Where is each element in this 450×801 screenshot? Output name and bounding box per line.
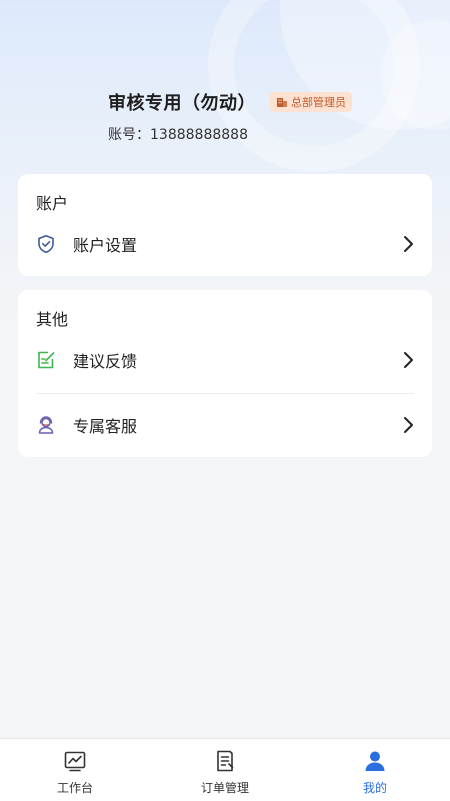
building-icon [277, 98, 287, 107]
header-background [0, 0, 450, 330]
nav-label: 工作台 [56, 781, 93, 795]
menu-divider [36, 393, 414, 394]
menu-item-label: 账户设置 [73, 236, 138, 255]
menu-item-label: 专属客服 [73, 417, 138, 436]
nav-item-orders[interactable]: 订单管理 [150, 739, 300, 801]
nav-item-mine[interactable]: 我的 [300, 739, 450, 801]
shield-check-icon [36, 234, 56, 254]
profile-header: 审核专用（勿动） 总部管理员 账号：13888888888 [108, 88, 428, 144]
account-card: 账户 账户设置 [18, 174, 432, 276]
user-name: 审核专用（勿动） [108, 93, 256, 114]
profile-name-row: 审核专用（勿动） 总部管理员 [108, 88, 428, 116]
menu-item-customer-service[interactable]: 专属客服 [18, 400, 432, 450]
chevron-right-icon [402, 351, 414, 369]
user-icon [363, 749, 387, 773]
role-badge: 总部管理员 [270, 92, 352, 112]
account-label: 账号： [108, 127, 150, 143]
account-card-title: 账户 [36, 194, 69, 213]
order-doc-icon [213, 749, 237, 773]
chart-icon [63, 749, 87, 773]
menu-item-feedback[interactable]: 建议反馈 [18, 335, 432, 385]
chevron-right-icon [402, 416, 414, 434]
nav-label: 订单管理 [200, 781, 249, 795]
nav-label: 我的 [362, 781, 387, 795]
chevron-right-icon [402, 235, 414, 253]
bottom-nav: 工作台 订单管理 我的 [0, 738, 450, 801]
menu-item-account-settings[interactable]: 账户设置 [18, 219, 432, 269]
customer-service-icon [36, 415, 56, 435]
nav-item-workbench[interactable]: 工作台 [0, 739, 150, 801]
other-card-title: 其他 [36, 310, 69, 329]
menu-item-label: 建议反馈 [73, 352, 138, 371]
other-card: 其他 建议反馈 专属客服 [18, 290, 432, 457]
account-value: 13888888888 [150, 127, 248, 143]
account-number-row: 账号：13888888888 [108, 124, 428, 144]
feedback-edit-icon [36, 350, 56, 370]
role-badge-label: 总部管理员 [291, 96, 346, 109]
